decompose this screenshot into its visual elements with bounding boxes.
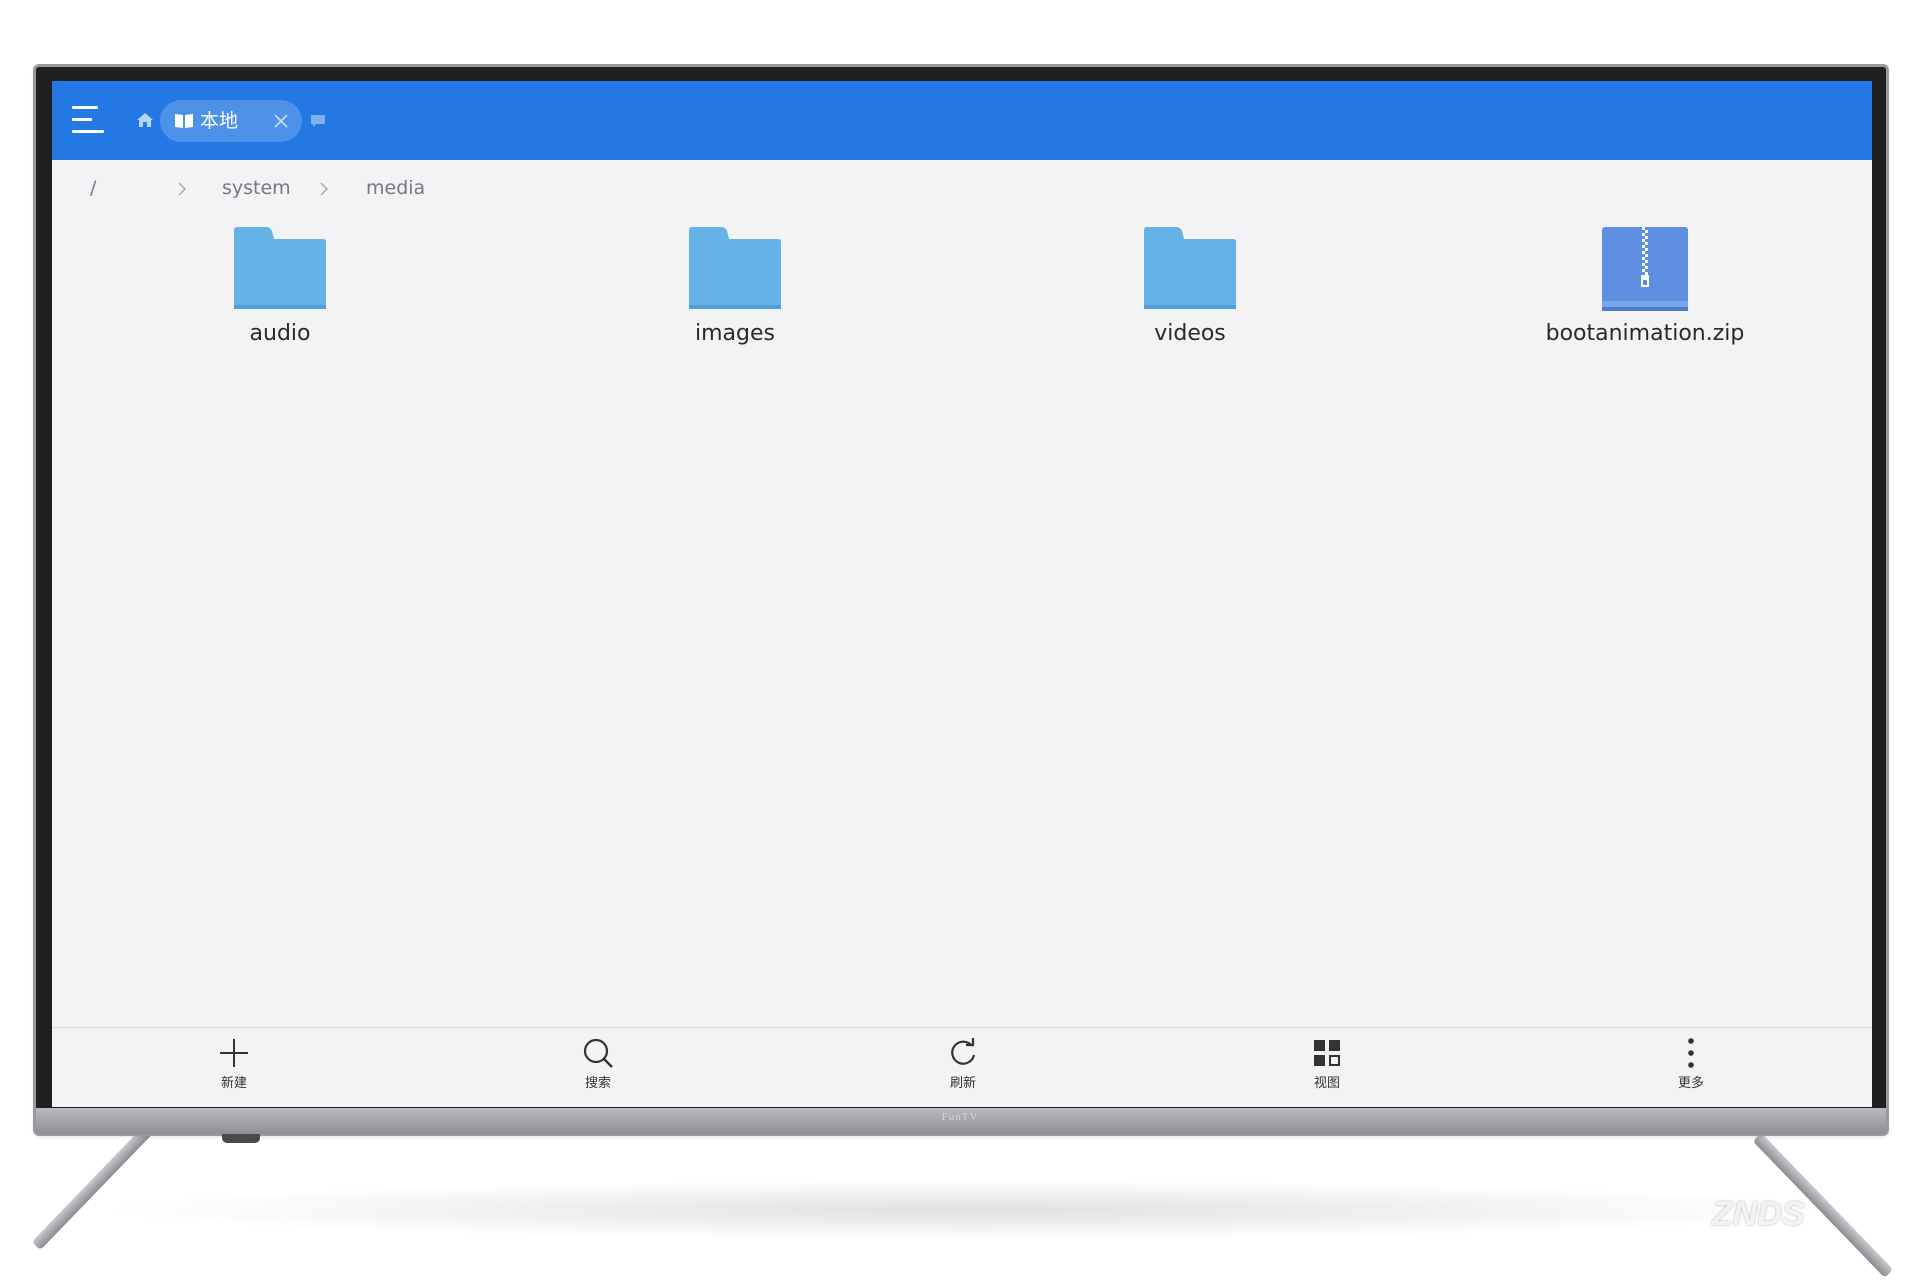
- file-name: videos: [1154, 321, 1226, 346]
- refresh-button[interactable]: 刷新: [903, 1036, 1023, 1100]
- chevron-right-icon: [178, 182, 186, 196]
- file-item-videos[interactable]: videos: [1040, 227, 1340, 346]
- view-label: 视图: [1313, 1076, 1340, 1091]
- breadcrumb-root[interactable]: /: [90, 176, 96, 200]
- view-button[interactable]: 视图: [1267, 1036, 1387, 1100]
- menu-icon[interactable]: [72, 106, 104, 136]
- folder-icon: [689, 227, 781, 309]
- refresh-label: 刷新: [949, 1076, 976, 1091]
- more-vertical-icon: [1688, 1038, 1694, 1068]
- floor-shadow: [90, 1180, 1850, 1240]
- breadcrumb: / system media: [52, 160, 1872, 216]
- file-item-bootanimation-zip[interactable]: bootanimation.zip: [1495, 227, 1795, 346]
- file-item-images[interactable]: images: [585, 227, 885, 346]
- top-bar: 本地: [52, 81, 1872, 160]
- breadcrumb-media[interactable]: media: [366, 176, 425, 200]
- search-icon: [583, 1038, 613, 1068]
- new-button[interactable]: 新建: [174, 1036, 294, 1100]
- close-icon[interactable]: [273, 113, 289, 129]
- tv-ir-receiver: [222, 1134, 260, 1143]
- more-label: 更多: [1677, 1076, 1704, 1091]
- search-label: 搜索: [584, 1076, 611, 1091]
- breadcrumb-system[interactable]: system: [222, 176, 291, 200]
- folder-icon: [1144, 227, 1236, 309]
- search-button[interactable]: 搜索: [538, 1036, 658, 1100]
- folder-icon: [234, 227, 326, 309]
- file-name: bootanimation.zip: [1545, 321, 1745, 346]
- tv-brand-logo: FunTV: [941, 1111, 979, 1123]
- tab-label: 本地: [200, 110, 239, 132]
- chevron-right-icon: [320, 182, 328, 196]
- book-icon: [175, 114, 193, 128]
- grid-view-icon: [1314, 1040, 1340, 1066]
- tab-local[interactable]: 本地: [160, 100, 302, 142]
- bottom-toolbar: 新建 搜索 刷新 视图 更多: [52, 1027, 1872, 1107]
- home-icon[interactable]: [136, 111, 154, 129]
- new-label: 新建: [220, 1076, 247, 1091]
- watermark-logo: ZNDS: [1712, 1195, 1805, 1233]
- chat-icon[interactable]: [310, 114, 326, 128]
- file-manager-screen: 本地 / system media audio images videos bo…: [52, 81, 1872, 1107]
- file-name: audio: [249, 321, 311, 346]
- refresh-icon: [951, 1038, 976, 1065]
- more-button[interactable]: 更多: [1631, 1036, 1751, 1100]
- file-name: images: [695, 321, 775, 346]
- plus-icon: [220, 1039, 248, 1067]
- file-item-audio[interactable]: audio: [130, 227, 430, 346]
- zip-archive-icon: [1602, 227, 1688, 311]
